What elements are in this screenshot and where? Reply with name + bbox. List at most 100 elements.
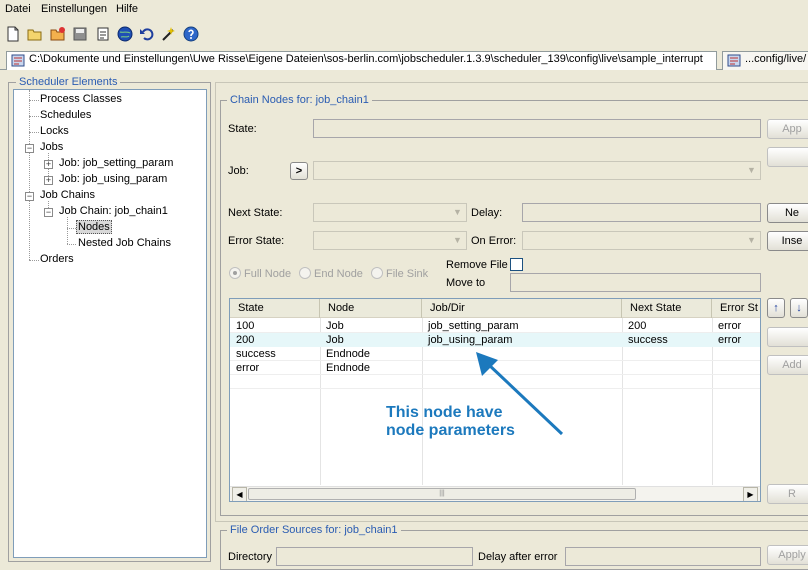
tree-item-process-classes[interactable]: Process Classes bbox=[40, 93, 122, 105]
apply-file-order-button[interactable]: Apply bbox=[767, 545, 808, 565]
cell-next-state: success bbox=[628, 334, 668, 346]
menu-datei[interactable]: Datei bbox=[5, 3, 31, 15]
open-folder-icon[interactable] bbox=[27, 26, 43, 42]
next-state-label: Next State: bbox=[228, 207, 283, 219]
file-order-sources-title: File Order Sources for: job_chain1 bbox=[227, 524, 401, 536]
insert-node-button[interactable]: Inse bbox=[767, 231, 808, 251]
move-to-label: Move to bbox=[446, 277, 486, 289]
new-node-button[interactable]: Ne bbox=[767, 203, 808, 223]
globe-icon[interactable] bbox=[117, 26, 133, 42]
scheduler-file-icon bbox=[11, 54, 25, 67]
tab-sample-interrupt[interactable]: C:\Dokumente und Einstellungen\Uwe Risse… bbox=[6, 51, 717, 70]
full-node-radio[interactable]: Full Node bbox=[229, 267, 291, 280]
save-as-icon[interactable] bbox=[95, 26, 111, 42]
open-remote-folder-icon[interactable] bbox=[50, 26, 66, 42]
table-row-selected[interactable]: 200 Job job_using_param success error bbox=[230, 333, 760, 347]
error-state-label: Error State: bbox=[228, 235, 285, 247]
expand-icon[interactable]: + bbox=[44, 160, 53, 169]
full-node-label: Full Node bbox=[244, 268, 292, 280]
wizard-icon[interactable] bbox=[161, 26, 177, 42]
menu-hilfe[interactable]: Hilfe bbox=[116, 3, 138, 15]
column-next-state[interactable]: Next State bbox=[622, 299, 712, 318]
tree-item-job-setting-param[interactable]: Job: job_setting_param bbox=[59, 157, 173, 169]
move-to-input[interactable] bbox=[510, 273, 761, 292]
job-picker-button[interactable]: > bbox=[290, 162, 308, 180]
directory-label: Directory bbox=[228, 551, 273, 563]
tree-line bbox=[29, 260, 39, 261]
scheduler-file-icon bbox=[727, 54, 741, 67]
menu-bar: Datei Einstellungen Hilfe bbox=[0, 0, 808, 20]
radio-icon bbox=[299, 267, 311, 279]
state-input[interactable] bbox=[313, 119, 761, 138]
new-file-icon[interactable] bbox=[5, 26, 21, 42]
expand-icon[interactable]: + bbox=[44, 176, 53, 185]
cell-job-dir: job_setting_param bbox=[428, 320, 519, 332]
tree-line bbox=[67, 217, 68, 244]
annotation-arrow-icon bbox=[476, 352, 564, 436]
delay-input[interactable] bbox=[522, 203, 761, 222]
column-error-state[interactable]: Error St bbox=[712, 299, 760, 318]
cell-error-state: error bbox=[718, 334, 742, 346]
next-state-combo[interactable]: ▼ bbox=[313, 203, 467, 222]
add-parameters-button[interactable]: Add bbox=[767, 355, 808, 375]
undo-icon[interactable] bbox=[139, 26, 155, 42]
tree-item-locks[interactable]: Locks bbox=[40, 125, 69, 137]
apply-node-button[interactable]: App bbox=[767, 119, 808, 139]
cell-node: Endnode bbox=[326, 362, 371, 374]
on-error-combo[interactable]: ▼ bbox=[522, 231, 761, 250]
save-icon[interactable] bbox=[72, 26, 88, 42]
blank-button[interactable] bbox=[767, 147, 808, 167]
column-state[interactable]: State bbox=[230, 299, 320, 318]
horizontal-scrollbar[interactable]: ◀ ||| ▶ bbox=[230, 486, 760, 501]
radio-selected-icon bbox=[229, 267, 241, 279]
file-sink-radio[interactable]: File Sink bbox=[371, 267, 428, 280]
tree-item-job-using-param[interactable]: Job: job_using_param bbox=[59, 173, 167, 185]
tree-line bbox=[29, 116, 39, 117]
cell-node: Job bbox=[326, 320, 344, 332]
delay-after-error-input[interactable] bbox=[565, 547, 761, 566]
tree-item-job-chains[interactable]: Job Chains bbox=[40, 189, 95, 201]
cell-state: 100 bbox=[236, 320, 255, 332]
collapse-icon[interactable]: − bbox=[25, 192, 34, 201]
scheduler-elements-tree[interactable]: Process Classes Schedules Locks − Jobs +… bbox=[13, 89, 207, 558]
column-job-dir[interactable]: Job/Dir bbox=[422, 299, 622, 318]
blank-button[interactable] bbox=[767, 327, 808, 347]
cell-state: 200 bbox=[236, 334, 255, 346]
scroll-left-icon[interactable]: ◀ bbox=[232, 487, 247, 501]
tree-item-nested-job-chains[interactable]: Nested Job Chains bbox=[78, 237, 171, 249]
end-node-radio[interactable]: End Node bbox=[299, 267, 363, 280]
collapse-icon[interactable]: − bbox=[44, 208, 53, 217]
toolbar bbox=[0, 24, 808, 46]
column-node[interactable]: Node bbox=[320, 299, 422, 318]
tab-config-live[interactable]: ...config/live/ bbox=[722, 51, 808, 70]
table-row[interactable]: 100 Job job_setting_param 200 error bbox=[230, 319, 760, 333]
directory-input[interactable] bbox=[276, 547, 473, 566]
tree-item-orders[interactable]: Orders bbox=[40, 253, 74, 265]
cell-state: success bbox=[236, 348, 276, 360]
move-up-button[interactable]: ↑ bbox=[767, 298, 785, 318]
tab-label: ...config/live/ bbox=[745, 53, 807, 65]
state-label: State: bbox=[228, 123, 257, 135]
file-tab-bar: C:\Dokumente und Einstellungen\Uwe Risse… bbox=[0, 50, 808, 70]
remove-node-button[interactable]: R bbox=[767, 484, 808, 504]
collapse-icon[interactable]: − bbox=[25, 144, 34, 153]
scroll-thumb[interactable]: ||| bbox=[248, 488, 636, 500]
tab-label: C:\Dokumente und Einstellungen\Uwe Risse… bbox=[29, 53, 703, 65]
tree-item-job-chain1[interactable]: Job Chain: job_chain1 bbox=[59, 205, 168, 217]
tree-line bbox=[67, 228, 76, 229]
end-node-label: End Node bbox=[314, 268, 363, 280]
error-state-combo[interactable]: ▼ bbox=[313, 231, 467, 250]
cell-state: error bbox=[236, 362, 260, 374]
chevron-down-icon: ▼ bbox=[453, 207, 462, 217]
delay-after-error-label: Delay after error bbox=[478, 551, 558, 563]
menu-einstellungen[interactable]: Einstellungen bbox=[41, 3, 107, 15]
tree-item-schedules[interactable]: Schedules bbox=[40, 109, 91, 121]
move-down-button[interactable]: ↓ bbox=[790, 298, 808, 318]
job-combo[interactable]: ▼ bbox=[313, 161, 761, 180]
tree-item-nodes[interactable]: Nodes bbox=[76, 220, 112, 234]
remove-file-label: Remove File bbox=[446, 259, 508, 271]
tree-item-jobs[interactable]: Jobs bbox=[40, 141, 63, 153]
help-icon[interactable] bbox=[183, 26, 199, 42]
scroll-right-icon[interactable]: ▶ bbox=[743, 487, 758, 501]
remove-file-checkbox[interactable] bbox=[510, 258, 523, 271]
